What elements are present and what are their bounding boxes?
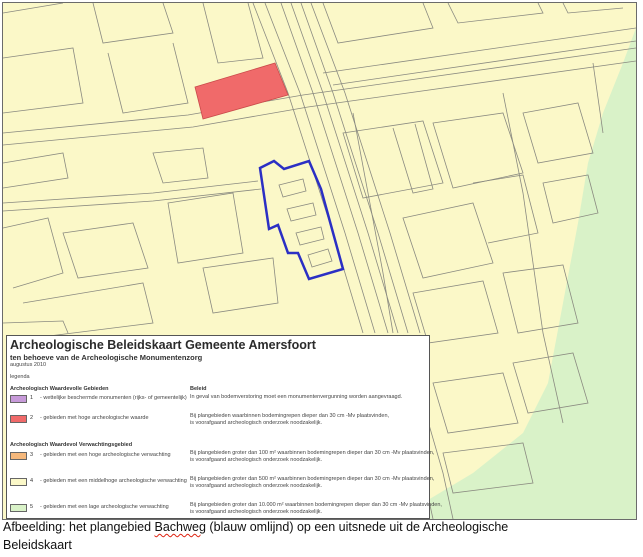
legend-rule-5b: is voorafgaand archeologisch onderzoek n… (190, 509, 323, 515)
legend-num-2: 2 (30, 415, 34, 421)
legend-panel: Archeologische Beleidskaart Gemeente Ame… (6, 335, 442, 519)
legend-rule-3a: Bij plangebieden groter dan 100 m² waarb… (190, 450, 435, 456)
legend-swatch-4 (10, 478, 27, 486)
legend-subtitle: ten behoeve van de Archeologische Monume… (10, 353, 203, 362)
caption-text-start: Afbeelding: het plangebied (3, 520, 155, 534)
legend-num-4: 4 (30, 478, 34, 484)
legend-num-1: 1 (30, 395, 34, 401)
legend-desc-1: - wettelijke beschermde monumenten (rijk… (40, 395, 187, 401)
legend-swatch-5 (10, 504, 27, 512)
legend-desc-4: - gebieden met een middelhoge archeologi… (40, 478, 187, 484)
legend-rule-3b: is voorafgaand archeologisch onderzoek n… (190, 457, 323, 463)
legend-swatch-2 (10, 415, 27, 423)
legend-rule-2a: Bij plangebieden waarbinnen bodemingrepe… (190, 413, 390, 419)
figure-caption-line2: Beleidskaart (3, 538, 72, 552)
legend-title: Archeologische Beleidskaart Gemeente Ame… (10, 338, 316, 352)
legend-rule-4a: Bij plangebieden groter dan 500 m² waarb… (190, 476, 435, 482)
legend-swatch-3 (10, 452, 27, 460)
legend-rule-5a: Bij plangebieden groter dan 10.000 m² wa… (190, 502, 442, 508)
legend-rule-2b: is voorafgaand archeologisch onderzoek n… (190, 420, 323, 426)
map-frame: Archeologische Beleidskaart Gemeente Ame… (2, 2, 637, 520)
legend-desc-2: - gebieden met hoge archeologische waard… (40, 415, 149, 421)
section-heading-verwachtingsgebied: Archeologisch Waardevol Verwachtingsgebi… (10, 442, 133, 448)
legend-rule-4b: is voorafgaand archeologisch onderzoek n… (190, 483, 323, 489)
figure-caption-line1: Afbeelding: het plangebied Bachweg (blau… (3, 520, 508, 534)
legend-rule-1a: In geval van bodemverstoring moet een mo… (190, 394, 403, 400)
caption-text-end: (blauw omlijnd) op een uitsnede uit de A… (205, 520, 509, 534)
legend-num-3: 3 (30, 452, 34, 458)
section-heading-waardevolle-gebieden: Archeologisch Waardevolle Gebieden (10, 386, 109, 392)
caption-plan-name: Bachweg (154, 520, 206, 534)
legend-swatch-1 (10, 395, 27, 403)
legend-num-5: 5 (30, 504, 34, 510)
legend-date: augustus 2010 (10, 362, 47, 368)
legend-desc-3: - gebieden met een hoge archeologische v… (40, 452, 171, 458)
legenda-label: legenda (10, 374, 30, 380)
legend-desc-5: - gebieden met een lage archeologische v… (40, 504, 169, 510)
beleid-heading: Beleid (190, 386, 207, 392)
